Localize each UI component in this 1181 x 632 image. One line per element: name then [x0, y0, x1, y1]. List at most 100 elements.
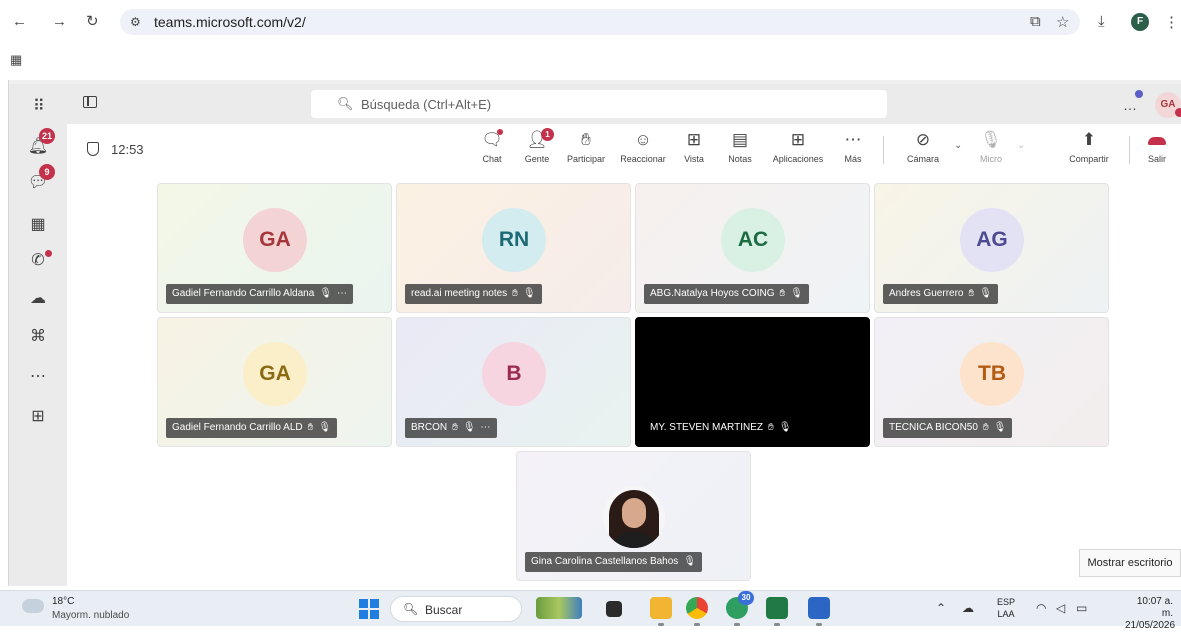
view-button[interactable]: ⊞ Vista	[679, 128, 709, 174]
more-options-icon[interactable]: …	[1123, 97, 1137, 113]
participant-tile[interactable]: B BRCON ✋︎ 🎙︎ ⋯	[396, 317, 631, 447]
apps-grid-icon[interactable]: ▦	[10, 52, 22, 68]
task-view-icon[interactable]	[606, 601, 622, 617]
chat-button[interactable]: 🗨︎ Chat	[473, 128, 511, 174]
share-button[interactable]: ⬆ Compartir	[1063, 128, 1115, 174]
windows-start-icon[interactable]	[359, 599, 379, 619]
excel-icon[interactable]	[766, 597, 788, 619]
windows-taskbar: 18°C Mayorm. nublado 🔍︎ Buscar 30 ⌃ ☁︎ E…	[0, 590, 1181, 631]
leave-button[interactable]: Salir	[1143, 128, 1171, 174]
react-button[interactable]: ☺ Reaccionar	[615, 128, 671, 174]
language-code: ESP	[997, 597, 1016, 607]
participant-name: Andres Guerrero	[889, 288, 964, 299]
react-label: Reaccionar	[620, 154, 666, 164]
widgets-landscape-icon[interactable]	[536, 597, 582, 619]
download-icon[interactable]: ⤓	[1098, 13, 1105, 30]
hand-icon: ✋︎	[767, 422, 774, 433]
mic-label: Micro	[980, 154, 1002, 164]
mic-button[interactable]: 🎙︎ Micro	[971, 128, 1011, 174]
mic-off-icon: 🎙︎	[979, 288, 992, 299]
rail-item-copilot[interactable]: ⌘	[25, 324, 51, 350]
add-app-icon: ⊞	[790, 130, 806, 149]
notification-dot	[1135, 90, 1143, 98]
search-input[interactable]: 🔍︎ Búsqueda (Ctrl+Alt+E)	[311, 90, 887, 118]
chat-unread-dot	[497, 129, 503, 135]
ellipsis-icon[interactable]: ⋯	[481, 422, 491, 433]
install-app-icon[interactable]: ⧉	[1030, 13, 1041, 30]
more-button[interactable]: ⋯ Más	[841, 128, 865, 174]
input-language[interactable]: ESP LAA	[997, 596, 1015, 620]
mic-off-icon: 🎙︎	[522, 288, 536, 299]
participant-tile[interactable]: AC ABG.Natalya Hoyos COING ✋︎ 🎙︎	[635, 183, 870, 313]
camera-label: Cámara	[906, 154, 939, 164]
mic-off-icon: 🎙︎	[318, 422, 332, 433]
hand-icon: ✋︎	[581, 130, 591, 149]
onedrive-cloud-icon[interactable]: ☁︎	[962, 601, 974, 615]
rail-item-chat[interactable]: 💬︎ 9	[25, 164, 55, 196]
hand-icon: ✋︎	[307, 422, 314, 433]
weather-description[interactable]: Mayorm. nublado	[52, 610, 129, 621]
raise-hand-button[interactable]: ✋︎ Participar	[561, 128, 611, 174]
rail-item-calendar[interactable]: ▦	[25, 212, 51, 238]
participant-avatar: AC	[721, 208, 785, 272]
participant-tile[interactable]: GA Gadiel Fernando Carrillo ALD ✋︎ 🎙︎	[157, 317, 392, 447]
people-button[interactable]: 👤︎ 1 Gente	[517, 128, 557, 174]
profile-avatar[interactable]: F	[1131, 13, 1149, 31]
participant-tile-video-off[interactable]: MY. STEVEN MARTINEZ ✋︎ 🎙︎	[635, 317, 870, 447]
calls-dot	[45, 250, 52, 257]
whatsapp-icon[interactable]: 30	[726, 591, 754, 619]
reload-icon[interactable]: ↻	[86, 14, 99, 30]
rail-item-add-apps[interactable]: ⊞	[25, 404, 51, 430]
presence-busy-icon	[1175, 108, 1181, 117]
clock-time: 10:07 a. m.	[1136, 596, 1173, 619]
participant-tile[interactable]: AG Andres Guerrero ✋︎ 🎙︎	[874, 183, 1109, 313]
rail-item-more-apps[interactable]: ⋯	[25, 364, 51, 390]
camera-button[interactable]: ⊘ Cámara	[901, 128, 945, 174]
rail-item-calls[interactable]: ✆	[25, 248, 52, 274]
teams-header: ⠿ 🔍︎ Búsqueda (Ctrl+Alt+E) … GA	[9, 84, 1181, 124]
word-icon[interactable]	[808, 597, 830, 619]
wifi-icon[interactable]: ◠	[1036, 601, 1046, 615]
taskbar-search[interactable]: 🔍︎ Buscar	[390, 596, 522, 622]
rail-item-onedrive[interactable]: ☁︎	[25, 286, 51, 312]
hang-up-icon	[1143, 128, 1171, 152]
notes-button[interactable]: ▤ Notas	[723, 128, 757, 174]
participant-name: Gina Carolina Castellanos Bahos	[531, 556, 679, 567]
participant-name-tag: BRCON ✋︎ 🎙︎ ⋯	[405, 418, 497, 438]
sidebar-toggle-icon[interactable]	[83, 96, 97, 108]
camera-options-chevron-icon[interactable]: ⌄	[954, 140, 962, 151]
tray-overflow-chevron-icon[interactable]: ⌃	[936, 601, 946, 615]
browser-menu-icon[interactable]: ⋮	[1164, 13, 1179, 31]
participant-tile[interactable]: RN read.ai meeting notes ✋︎ 🎙︎	[396, 183, 631, 313]
taskbar-clock[interactable]: 10:07 a. m. 21/05/2026	[1125, 596, 1175, 632]
back-arrow-icon[interactable]: ←	[12, 14, 27, 30]
file-explorer-icon[interactable]	[650, 597, 672, 619]
meeting-toolbar: 12:53 🗨︎ Chat 👤︎ 1 Gente ✋︎ Participar ☺ …	[67, 124, 1181, 178]
participant-tile[interactable]: GA Gadiel Fernando Carrillo Aldana 🎙︎ ⋯	[157, 183, 392, 313]
ellipsis-icon[interactable]: ⋯	[337, 288, 347, 299]
waffle-icon[interactable]: ⠿	[33, 96, 45, 116]
search-placeholder: Búsqueda (Ctrl+Alt+E)	[361, 97, 492, 112]
bookmark-star-icon[interactable]: ☆	[1056, 13, 1069, 31]
participant-name-tag: Gadiel Fernando Carrillo ALD ✋︎ 🎙︎	[166, 418, 338, 438]
cloud-icon: ☁︎	[30, 290, 46, 307]
weather-temperature[interactable]: 18°C	[52, 596, 74, 607]
participant-tile[interactable]: TB TECNICA BICON50 ✋︎ 🎙︎	[874, 317, 1109, 447]
battery-icon[interactable]: ▭	[1076, 601, 1087, 615]
chrome-icon[interactable]	[686, 597, 708, 619]
participant-photo	[603, 486, 665, 548]
forward-arrow-icon[interactable]: →	[52, 14, 67, 30]
raise-hand-label: Participar	[566, 154, 605, 164]
weather-cloud-icon[interactable]	[22, 595, 44, 613]
rail-item-activity[interactable]: 🔔︎ 21	[25, 128, 55, 160]
speaker-icon[interactable]: ◁	[1056, 601, 1065, 615]
address-bar[interactable]: ⚙ teams.microsoft.com/v2/	[120, 9, 1080, 35]
participant-tile[interactable]: Gina Carolina Castellanos Bahos 🎙︎	[516, 451, 751, 581]
site-settings-icon[interactable]: ⚙	[130, 15, 141, 29]
apps-button[interactable]: ⊞ Aplicaciones	[767, 128, 829, 174]
more-label: Más	[844, 154, 862, 164]
participant-name: MY. STEVEN MARTINEZ	[650, 422, 763, 433]
address-url[interactable]: teams.microsoft.com/v2/	[154, 14, 306, 30]
mic-options-chevron-icon[interactable]: ⌄	[1017, 140, 1025, 151]
search-icon: 🔍︎	[403, 602, 419, 616]
